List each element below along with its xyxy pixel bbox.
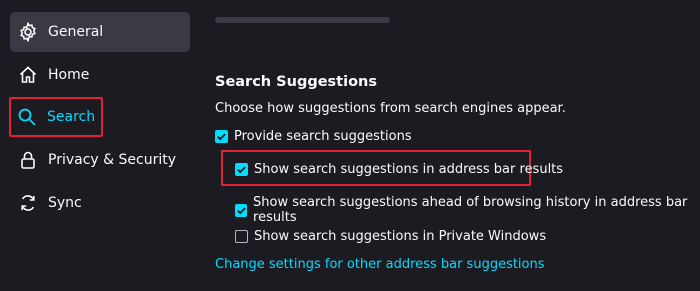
gear-icon — [20, 22, 36, 42]
checkbox-checked-icon[interactable] — [215, 130, 228, 143]
checkbox-unchecked-icon[interactable] — [235, 230, 248, 243]
section-title: Search Suggestions — [215, 74, 377, 90]
sidebar-item-general[interactable]: General — [10, 12, 190, 52]
previous-section-divider — [215, 17, 390, 23]
checkbox-checked-icon[interactable] — [235, 203, 248, 217]
provide-search-suggestions-checkbox[interactable]: Provide search suggestions — [215, 129, 412, 144]
checkbox-label: Show search suggestions in Private Windo… — [254, 229, 547, 244]
checkbox-checked-icon[interactable] — [235, 163, 248, 176]
sidebar-item-label: Privacy & Security — [48, 152, 176, 168]
section-description: Choose how suggestions from search engin… — [215, 101, 566, 116]
sidebar-item-label: Search — [47, 109, 96, 125]
lock-icon — [21, 151, 35, 169]
suggestions-ahead-of-history-checkbox[interactable]: Show search suggestions ahead of browsin… — [235, 195, 700, 225]
search-settings-panel: Search Suggestions Choose how suggestion… — [215, 0, 700, 291]
sidebar-item-label: Home — [48, 67, 90, 83]
private-windows-suggestions-checkbox[interactable]: Show search suggestions in Private Windo… — [235, 229, 546, 244]
sidebar-item-search[interactable]: Search — [9, 97, 103, 137]
checkbox-label: Provide search suggestions — [234, 129, 412, 144]
checkbox-label: Show search suggestions in address bar r… — [254, 162, 564, 177]
search-icon — [18, 108, 36, 126]
address-bar-settings-link[interactable]: Change settings for other address bar su… — [215, 257, 545, 272]
sync-icon — [21, 195, 35, 211]
sidebar-item-privacy-security[interactable]: Privacy & Security — [10, 140, 190, 180]
checkbox-label: Show search suggestions ahead of browsin… — [253, 195, 688, 225]
address-bar-suggestions-checkbox[interactable]: Show search suggestions in address bar r… — [235, 162, 563, 177]
sidebar-item-label: General — [48, 24, 104, 40]
sidebar: General Home Search Privacy & Security S… — [0, 0, 200, 291]
sidebar-item-label: Sync — [48, 195, 82, 211]
sidebar-item-home[interactable]: Home — [10, 55, 190, 95]
sidebar-item-sync[interactable]: Sync — [10, 183, 190, 223]
home-icon — [19, 66, 37, 83]
